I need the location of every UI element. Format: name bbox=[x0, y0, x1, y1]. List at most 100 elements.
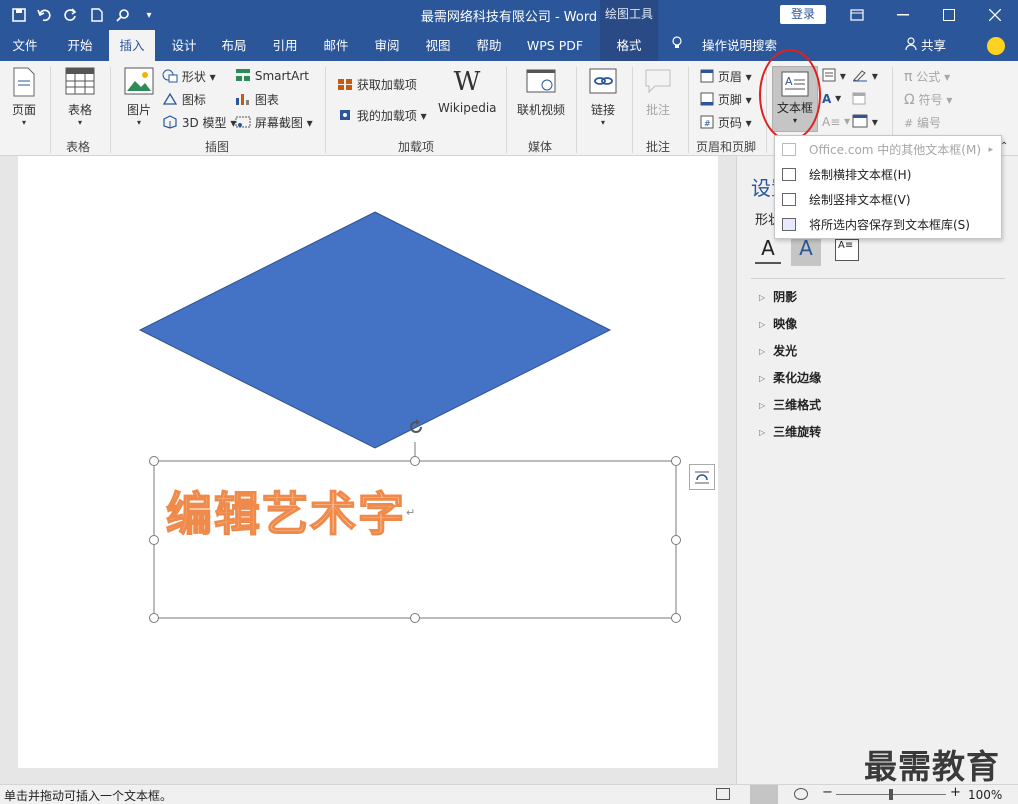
group-label-table: 表格 bbox=[66, 140, 91, 154]
pane-item-reflection[interactable]: 映像 bbox=[759, 315, 797, 332]
date-time-button[interactable] bbox=[852, 91, 866, 108]
chart-button[interactable]: 图表 bbox=[235, 91, 279, 109]
resize-handle[interactable] bbox=[149, 613, 159, 623]
tell-me-label: 操作说明搜索 bbox=[701, 38, 777, 53]
shapes-button[interactable]: 形状 ▾ bbox=[162, 68, 216, 86]
save-gallery-icon bbox=[782, 218, 796, 231]
quick-parts-icon bbox=[822, 68, 836, 85]
text-fill-icon[interactable]: A bbox=[755, 236, 781, 264]
status-bar: 单击并拖动可插入一个文本框。 − + 100% bbox=[0, 784, 1018, 804]
page-number-button[interactable]: # 页码 ▾ bbox=[700, 114, 752, 132]
icons-button[interactable]: 图标 bbox=[162, 91, 206, 109]
menu-item-label: 将所选内容保存到文本框库(S) bbox=[809, 218, 970, 232]
feedback-smiley-icon[interactable] bbox=[987, 37, 1005, 55]
my-addins-button[interactable]: 我的加载项 ▾ bbox=[337, 107, 427, 125]
zoom-slider-thumb[interactable] bbox=[889, 789, 893, 800]
minimize-icon[interactable] bbox=[880, 0, 926, 30]
resize-handle[interactable] bbox=[149, 535, 159, 545]
read-mode-icon[interactable] bbox=[716, 788, 730, 800]
wordart-button[interactable]: A ▾ bbox=[822, 91, 841, 106]
tab-home[interactable]: 开始 bbox=[56, 30, 104, 61]
tab-layout[interactable]: 布局 bbox=[211, 30, 257, 61]
close-icon[interactable] bbox=[972, 0, 1018, 30]
get-addins-button[interactable]: 获取加载项 bbox=[337, 76, 417, 94]
wordart-text[interactable]: 编辑艺术字 bbox=[165, 478, 406, 544]
signature-line-button[interactable]: ▾ bbox=[852, 68, 878, 85]
resize-handle[interactable] bbox=[671, 456, 681, 466]
tab-file[interactable]: 文件 bbox=[2, 30, 48, 61]
menu-item-more-textboxes[interactable]: Office.com 中的其他文本框(M) ▸ bbox=[775, 138, 1001, 162]
zoom-in-icon[interactable]: + bbox=[950, 785, 961, 800]
text-effects-icon[interactable]: A bbox=[791, 236, 821, 266]
pane-item-3d-format[interactable]: 三维格式 bbox=[759, 396, 821, 413]
share-button[interactable]: 共享 bbox=[905, 30, 946, 61]
layout-options-icon[interactable] bbox=[689, 464, 715, 490]
resize-handle[interactable] bbox=[410, 613, 420, 623]
online-video-button[interactable]: 联机视频 bbox=[516, 67, 566, 118]
zoom-out-icon[interactable]: − bbox=[822, 785, 833, 800]
tab-review[interactable]: 审阅 bbox=[364, 30, 410, 61]
maximize-icon[interactable] bbox=[926, 0, 972, 30]
tab-view[interactable]: 视图 bbox=[415, 30, 461, 61]
web-layout-icon[interactable] bbox=[794, 788, 808, 800]
smartart-button[interactable]: SmartArt bbox=[235, 68, 309, 85]
3d-model-button[interactable]: 3D 模型 ▾ bbox=[162, 114, 236, 132]
share-label: 共享 bbox=[920, 38, 946, 53]
pane-item-soft-edges[interactable]: 柔化边缘 bbox=[759, 369, 821, 386]
resize-handle[interactable] bbox=[410, 456, 420, 466]
zoom-slider[interactable] bbox=[836, 789, 946, 800]
wikipedia-button[interactable]: W Wikipedia bbox=[438, 67, 497, 115]
menu-item-draw-vertical-textbox[interactable]: 绘制竖排文本框(V) bbox=[775, 188, 1001, 212]
footer-button[interactable]: 页脚 ▾ bbox=[700, 91, 752, 109]
link-label: 链接 bbox=[590, 103, 615, 117]
resize-handle[interactable] bbox=[149, 456, 159, 466]
object-button[interactable]: ▾ bbox=[852, 114, 878, 131]
picture-button[interactable]: 图片 ▾ bbox=[122, 67, 156, 127]
zoom-level[interactable]: 100% bbox=[968, 788, 1002, 802]
menu-item-save-to-gallery[interactable]: 将所选内容保存到文本框库(S) bbox=[775, 213, 1001, 237]
resize-handle[interactable] bbox=[671, 613, 681, 623]
wikipedia-label: Wikipedia bbox=[438, 101, 497, 115]
menu-item-draw-horizontal-textbox[interactable]: 绘制横排文本框(H) bbox=[775, 163, 1001, 187]
table-button[interactable]: 表格 ▾ bbox=[62, 67, 98, 127]
tab-help[interactable]: 帮助 bbox=[466, 30, 512, 61]
dropcap-icon: A≡ bbox=[822, 114, 841, 129]
rotate-handle-icon[interactable] bbox=[407, 418, 425, 436]
group-label-media: 媒体 bbox=[528, 140, 553, 154]
pane-item-3d-rotation[interactable]: 三维旋转 bbox=[759, 423, 821, 440]
document-page[interactable]: 编辑艺术字 ↵ bbox=[18, 156, 718, 768]
tab-wps-pdf[interactable]: WPS PDF bbox=[520, 30, 590, 61]
link-button[interactable]: 链接 ▾ bbox=[586, 67, 620, 127]
equation-button[interactable]: π 公式 ▾ bbox=[904, 68, 950, 85]
screenshot-button[interactable]: 屏幕截图 ▾ bbox=[235, 114, 313, 132]
tell-me-search[interactable]: 操作说明搜索 bbox=[672, 30, 777, 61]
header-icon bbox=[700, 69, 714, 86]
diamond-shape[interactable] bbox=[138, 211, 612, 449]
header-button[interactable]: 页眉 ▾ bbox=[700, 68, 752, 86]
tab-format[interactable]: 格式 bbox=[600, 30, 658, 61]
tab-mailings[interactable]: 邮件 bbox=[313, 30, 359, 61]
comment-icon bbox=[642, 67, 674, 97]
pages-button[interactable]: 页面 ▾ bbox=[8, 67, 40, 127]
paragraph-mark: ↵ bbox=[406, 506, 416, 519]
signature-icon bbox=[852, 68, 868, 85]
number-button[interactable]: # 编号 bbox=[904, 114, 941, 131]
login-button[interactable]: 登录 bbox=[780, 5, 826, 24]
pane-item-shadow[interactable]: 阴影 bbox=[759, 288, 797, 305]
print-layout-icon[interactable] bbox=[750, 785, 778, 804]
symbol-button[interactable]: Ω 符号 ▾ bbox=[904, 91, 952, 108]
pane-item-glow[interactable]: 发光 bbox=[759, 342, 797, 359]
ribbon-display-icon[interactable] bbox=[834, 0, 880, 30]
quick-parts-button[interactable]: ▾ bbox=[822, 68, 846, 85]
comment-button[interactable]: 批注 bbox=[640, 67, 676, 118]
dropcap-button[interactable]: A≡ ▾ bbox=[822, 114, 850, 129]
submenu-arrow-icon: ▸ bbox=[988, 145, 993, 155]
resize-handle[interactable] bbox=[671, 535, 681, 545]
text-box-layout-icon[interactable]: A≡ bbox=[835, 239, 859, 261]
title-bar: ▾ 最需网络科技有限公司 - Word 绘图工具 登录 bbox=[0, 0, 1018, 30]
tab-insert[interactable]: 插入 bbox=[109, 30, 155, 61]
number-icon: # bbox=[904, 117, 914, 130]
tab-references[interactable]: 引用 bbox=[262, 30, 308, 61]
tab-design[interactable]: 设计 bbox=[161, 30, 207, 61]
svg-text:#: # bbox=[704, 119, 711, 128]
